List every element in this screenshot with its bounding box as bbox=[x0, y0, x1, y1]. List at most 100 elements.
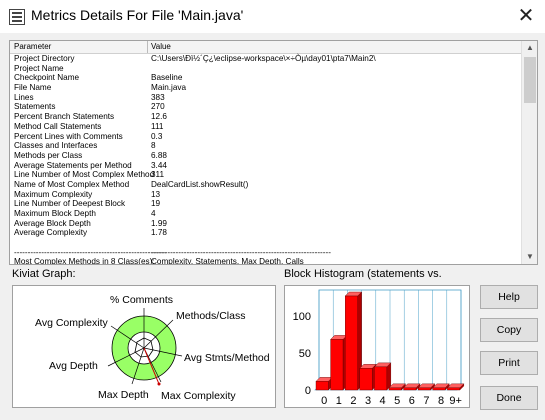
table-row[interactable]: File Name Main.java bbox=[10, 83, 521, 93]
value-cell: Complexity, Statements, Max Depth, Calls bbox=[151, 257, 304, 265]
parameter-cell: Project Directory bbox=[14, 54, 75, 63]
block-histogram: 100 50 0 0 1 2 3 4 5 6 7 8 9+ bbox=[284, 285, 470, 408]
histogram-xtick-label: 0 bbox=[321, 395, 327, 407]
kiviat-label-max-depth: Max Depth bbox=[98, 389, 149, 401]
app-icon bbox=[9, 9, 25, 25]
table-header: Parameter Value bbox=[10, 41, 521, 54]
done-button[interactable]: Done bbox=[480, 386, 538, 410]
kiviat-label-avg-stmts: Avg Stmts/Method bbox=[184, 352, 270, 364]
scroll-thumb[interactable] bbox=[524, 57, 536, 103]
parameter-cell: Average Statements per Method bbox=[14, 160, 132, 170]
parameter-cell: Maximum Block Depth bbox=[14, 209, 96, 218]
table-row[interactable]: Checkpoint Name Baseline bbox=[10, 73, 521, 83]
window-title: Metrics Details For File 'Main.java' bbox=[31, 7, 244, 23]
value-cell: 19 bbox=[151, 199, 161, 209]
table-row[interactable] bbox=[10, 238, 521, 248]
kiviat-title: Kiviat Graph: bbox=[12, 268, 76, 280]
table-row[interactable]: ----------------------------------------… bbox=[10, 248, 521, 258]
histogram-xtick-label: 9+ bbox=[449, 395, 462, 407]
value-cell: 12.6 bbox=[151, 112, 167, 122]
table-row[interactable]: Most Complex Methods in 8 Class(es): Comp… bbox=[10, 257, 521, 265]
histogram-ytick-label: 50 bbox=[299, 348, 311, 360]
parameter-cell: Average Complexity bbox=[14, 228, 88, 238]
table-row[interactable]: Maximum Block Depth 4 bbox=[10, 209, 521, 219]
vertical-scrollbar[interactable]: ▲ ▼ bbox=[521, 41, 537, 264]
parameter-cell: Classes and Interfaces bbox=[14, 141, 98, 151]
kiviat-chart bbox=[107, 308, 183, 386]
histogram-bar bbox=[432, 387, 446, 391]
histogram-bar bbox=[374, 366, 388, 391]
table-row[interactable]: Classes and Interfaces 8 bbox=[10, 141, 521, 151]
table-row[interactable]: Project Directory C:\Users\Ðì½´Ç¿\eclipse… bbox=[10, 54, 521, 64]
kiviat-graph: % Comments Methods/Class Avg Stmts/Metho… bbox=[12, 285, 276, 408]
value-cell: 0.3 bbox=[151, 131, 163, 141]
table-row[interactable]: Lines 383 bbox=[10, 93, 521, 103]
histogram-bar bbox=[388, 387, 402, 391]
parameter-cell: Project Name bbox=[14, 63, 64, 73]
histogram-bar-side bbox=[386, 362, 392, 391]
histogram-bar bbox=[447, 387, 461, 391]
kiviat-label-avg-complexity: Avg Complexity bbox=[35, 317, 108, 329]
column-header-value[interactable]: Value bbox=[151, 42, 171, 51]
parameter-cell: Line Number of Most Complex Method bbox=[14, 170, 155, 180]
table-row[interactable]: Project Name bbox=[10, 64, 521, 74]
table-row[interactable]: Methods per Class 6.88 bbox=[10, 151, 521, 161]
value-cell: Baseline bbox=[151, 73, 183, 83]
print-button[interactable]: Print bbox=[480, 351, 538, 375]
table-row[interactable]: Percent Lines with Comments 0.3 bbox=[10, 132, 521, 142]
histogram-xtick-label: 7 bbox=[423, 395, 429, 407]
value-cell: 311 bbox=[151, 170, 165, 180]
table-row[interactable]: Percent Branch Statements 12.6 bbox=[10, 112, 521, 122]
parameter-cell: Percent Branch Statements bbox=[14, 112, 115, 122]
table-row[interactable]: Method Call Statements 111 bbox=[10, 122, 521, 132]
close-icon[interactable]: ✕ bbox=[512, 4, 540, 28]
value-cell: 111 bbox=[151, 121, 164, 131]
value-cell: 270 bbox=[151, 102, 165, 112]
table-row[interactable]: Statements 270 bbox=[10, 102, 521, 112]
histogram-ytick-label: 100 bbox=[293, 311, 311, 323]
kiviat-label-comments: % Comments bbox=[110, 294, 174, 306]
parameter-cell: Percent Lines with Comments bbox=[14, 131, 123, 141]
value-cell: 13 bbox=[151, 189, 161, 199]
value-cell: C:\Users\Ðì½´Ç¿\eclipse-workspace\×÷Òµ\d… bbox=[151, 54, 376, 63]
parameter-cell: Methods per Class bbox=[14, 150, 83, 160]
histogram-xtick-label: 8 bbox=[438, 395, 444, 407]
table-row[interactable]: Average Statements per Method 3.44 bbox=[10, 161, 521, 171]
table-row[interactable]: Average Complexity 1.78 bbox=[10, 228, 521, 238]
table-row[interactable]: Line Number of Most Complex Method 311 bbox=[10, 170, 521, 180]
scroll-up-icon[interactable]: ▲ bbox=[522, 41, 537, 55]
value-cell: 3.44 bbox=[151, 160, 167, 170]
table-row[interactable]: Line Number of Deepest Block 19 bbox=[10, 199, 521, 209]
parameter-cell: ----------------------------------------… bbox=[14, 247, 167, 257]
parameter-cell: Lines bbox=[14, 92, 34, 102]
histogram-bar bbox=[417, 387, 431, 391]
value-cell: 8 bbox=[151, 141, 156, 151]
table-row[interactable]: Maximum Complexity 13 bbox=[10, 190, 521, 200]
metrics-table[interactable]: Parameter Value Project Directory C:\User… bbox=[9, 40, 538, 265]
parameter-cell: File Name bbox=[14, 83, 52, 93]
value-cell: 383 bbox=[151, 92, 165, 102]
value-cell: DealCardList.showResult() bbox=[151, 179, 249, 189]
parameter-cell: Most Complex Methods in 8 Class(es): bbox=[14, 257, 155, 265]
histogram-xtick-label: 4 bbox=[380, 395, 386, 407]
parameter-cell: Statements bbox=[14, 102, 56, 112]
histogram-xtick-label: 1 bbox=[336, 395, 342, 407]
table-row[interactable]: Average Block Depth 1.99 bbox=[10, 219, 521, 229]
parameter-cell: Line Number of Deepest Block bbox=[14, 199, 126, 209]
column-header-parameter[interactable]: Parameter bbox=[14, 42, 51, 51]
histogram-xtick-label: 6 bbox=[409, 395, 415, 407]
histogram-bar bbox=[359, 368, 373, 391]
help-button[interactable]: Help bbox=[480, 285, 538, 309]
histogram-bar bbox=[345, 295, 358, 391]
table-row[interactable]: Name of Most Complex Method DealCardList.… bbox=[10, 180, 521, 190]
parameter-cell: Average Block Depth bbox=[14, 218, 91, 228]
histogram-xtick-label: 5 bbox=[394, 395, 400, 407]
title-bar: Metrics Details For File 'Main.java' ✕ bbox=[0, 0, 545, 33]
parameter-cell: Maximum Complexity bbox=[14, 189, 93, 199]
copy-button[interactable]: Copy bbox=[480, 318, 538, 342]
scroll-down-icon[interactable]: ▼ bbox=[522, 250, 537, 264]
value-cell: ----------------------------------------… bbox=[151, 247, 331, 257]
value-cell: 1.78 bbox=[151, 228, 167, 238]
histogram-bar bbox=[315, 381, 329, 391]
histogram-bar bbox=[330, 339, 344, 391]
